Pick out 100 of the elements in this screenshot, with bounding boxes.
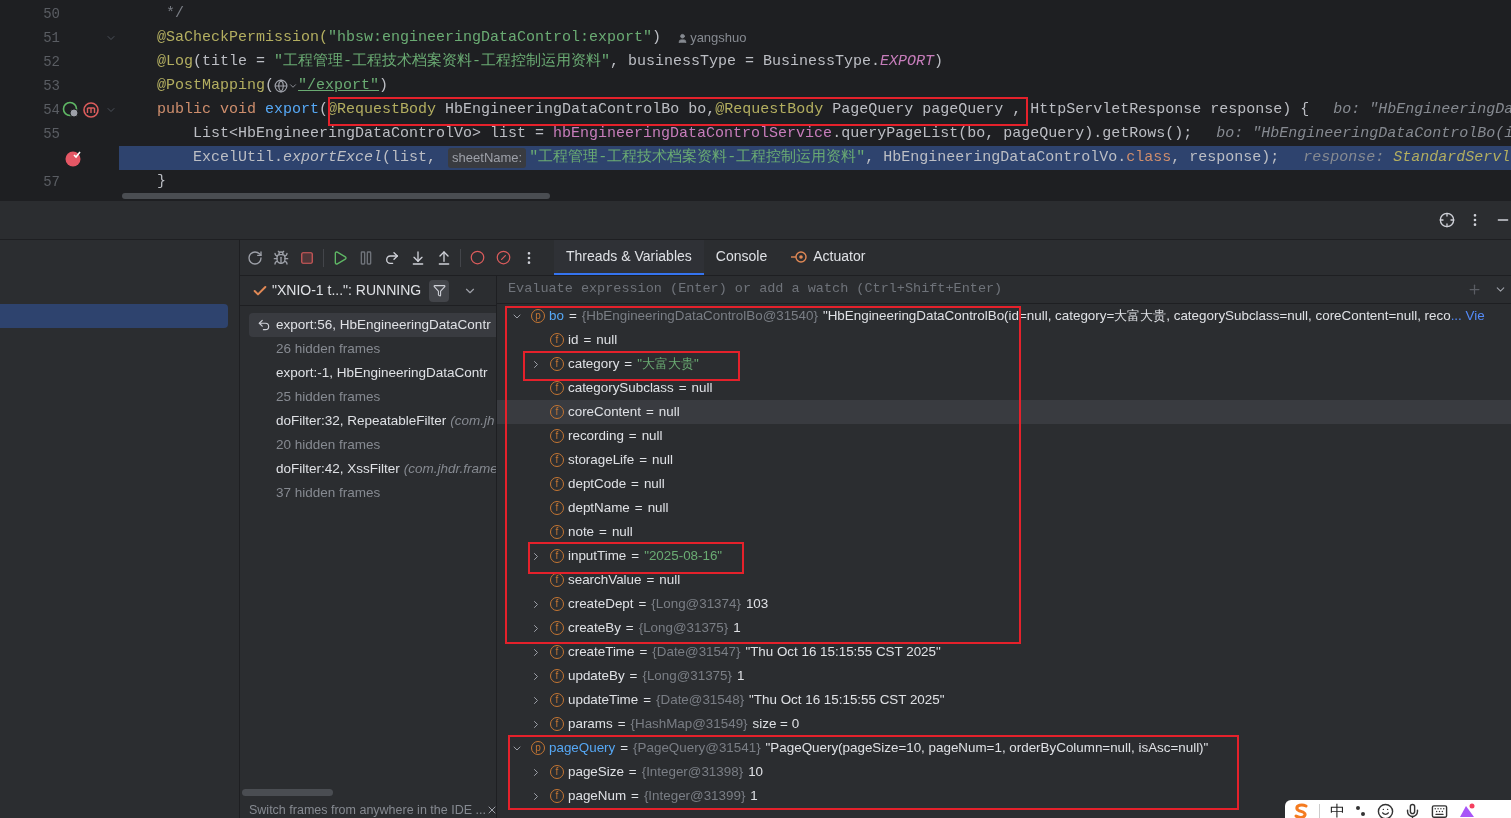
- equals-sign: =: [678, 378, 687, 397]
- code-text: (: [265, 75, 275, 96]
- variable-name: deptCode: [568, 474, 627, 493]
- equals-sign: =: [568, 306, 577, 325]
- code-text: List<HbEngineeringDataControlVo> list =: [192, 123, 546, 144]
- variable-name: coreContent: [568, 402, 641, 421]
- variable-value: null: [643, 474, 665, 493]
- equals-sign: =: [624, 354, 633, 373]
- code-text: , HbEngineeringDataControlVo.: [865, 147, 1127, 168]
- frame-text: doFilter:42, XssFilter: [276, 459, 400, 478]
- type-text: {Long@31375}: [638, 618, 729, 637]
- variable-value: "2025-08-16": [644, 546, 723, 565]
- equals-sign: =: [628, 426, 637, 445]
- variable-name: inputTime: [568, 546, 627, 565]
- code-text: class: [1126, 147, 1172, 168]
- variable-value: null: [659, 570, 681, 589]
- variable-value: size = 0: [752, 714, 800, 733]
- equals-sign: =: [639, 642, 648, 661]
- code-text: , response);: [1171, 147, 1280, 168]
- variable-value: null: [596, 330, 618, 349]
- frame-text: 20 hidden frames: [276, 435, 381, 454]
- equals-sign: =: [583, 330, 592, 349]
- code-text: .queryPageList(bo, pageQuery).getRows();: [832, 123, 1193, 144]
- line-number: 57: [42, 172, 60, 192]
- type-text: {PageQuery@31541}: [633, 738, 761, 757]
- variable-value: 10: [748, 762, 764, 781]
- variable-name: searchValue: [568, 570, 642, 589]
- code-text: }: [156, 171, 166, 192]
- variable-name: createDept: [568, 594, 634, 613]
- equals-sign: =: [631, 546, 640, 565]
- variable-name: params: [568, 714, 613, 733]
- variable-name: deptName: [568, 498, 630, 517]
- variable-name: note: [568, 522, 595, 541]
- frame-text: 26 hidden frames: [276, 339, 381, 358]
- type-text: {Integer@31399}: [643, 786, 746, 805]
- type-text: {HbEngineeringDataControlBo@31540}: [581, 306, 818, 325]
- variable-name: pageSize: [568, 762, 624, 781]
- variable-value: "Thu Oct 16 15:15:55 CST 2025": [745, 642, 941, 661]
- variable-name: bo: [549, 306, 564, 325]
- variable-value: "大富大贵": [637, 354, 699, 373]
- type-text: {Date@31547}: [652, 642, 741, 661]
- equals-sign: =: [631, 786, 639, 805]
- variable-value: null: [691, 378, 713, 397]
- equals-sign: =: [620, 738, 629, 757]
- equals-sign: =: [628, 762, 637, 781]
- variable-name: updateBy: [568, 666, 625, 685]
- variable-value: null: [611, 522, 633, 541]
- variable-name: category: [568, 354, 620, 373]
- inline-value-hint: response:: [1303, 147, 1385, 168]
- frame-text: export:-1, HbEngineeringDataContr: [276, 363, 488, 382]
- code-text: hbEngineeringDataControlService: [553, 123, 833, 144]
- frame-text: doFilter:32, RepeatableFilter: [276, 411, 447, 430]
- code-text: (title =: [193, 51, 267, 72]
- code-text: "工程管理-工程技术档案资料-工程控制运用资料": [529, 147, 866, 168]
- variable-name: createTime: [568, 642, 635, 661]
- type-text: {HashMap@31549}: [630, 714, 748, 733]
- type-text: {Integer@31398}: [641, 762, 744, 781]
- code-text: @RequestBody: [328, 99, 437, 120]
- code-text: ): [652, 27, 662, 48]
- type-text: {Long@31375}: [642, 666, 732, 685]
- code-text: @Log: [156, 51, 193, 72]
- code-text: */: [165, 3, 184, 24]
- code-text: export: [265, 99, 320, 120]
- equals-sign: =: [638, 594, 647, 613]
- frame-text: 37 hidden frames: [276, 483, 381, 502]
- code-text: ): [934, 51, 944, 72]
- variable-value: null: [658, 402, 680, 421]
- equals-sign: =: [625, 618, 634, 637]
- variable-name: categorySubclass: [568, 378, 674, 397]
- code-text: @PostMapping: [156, 75, 266, 96]
- code-text: PageQuery pageQuery , HttpServletResponse response) {: [831, 99, 1310, 120]
- variable-value: "Thu Oct 16 15:15:55 CST 2025": [749, 690, 945, 709]
- code-text: HbEngineeringDataControlBo bo,: [444, 99, 716, 120]
- frame-text: export:56, HbEngineeringDataContr: [276, 315, 491, 334]
- type-text: {Date@31548}: [656, 690, 745, 709]
- equals-sign: =: [645, 402, 654, 421]
- equals-sign: =: [631, 474, 639, 493]
- code-text: @RequestBody: [715, 99, 824, 120]
- variable-value: 103: [745, 594, 769, 613]
- tip-text: Switch frames from anywhere in the IDE ...: [249, 801, 486, 818]
- code-text: ): [379, 75, 389, 96]
- author-hint: yangshuo: [677, 28, 747, 48]
- line-number: 50: [42, 4, 60, 24]
- variable-value: "PageQuery(pageSize=10, pageNum=1, orderByColumn=null, isAsc=null)": [765, 738, 1209, 757]
- variable-value: null: [641, 426, 663, 445]
- code-text: exportExcel: [283, 147, 383, 168]
- equals-sign: =: [639, 450, 648, 469]
- code-text: EXPORT: [880, 51, 935, 72]
- parameter-hint: sheetName:: [448, 148, 527, 168]
- code-text: public void: [156, 99, 258, 120]
- variable-name: pageQuery: [549, 738, 616, 757]
- variable-name: createBy: [568, 618, 621, 637]
- variable-name: storageLife: [568, 450, 635, 469]
- frame-text: 25 hidden frames: [276, 387, 381, 406]
- code-text: "/export": [298, 75, 380, 96]
- equals-sign: =: [629, 666, 638, 685]
- line-number: 51: [42, 28, 60, 48]
- inline-value-hint: StandardServl: [1393, 147, 1511, 168]
- variable-value: null: [647, 498, 669, 517]
- code-text: "工程管理-工程技术档案资料-工程控制运用资料": [274, 51, 611, 72]
